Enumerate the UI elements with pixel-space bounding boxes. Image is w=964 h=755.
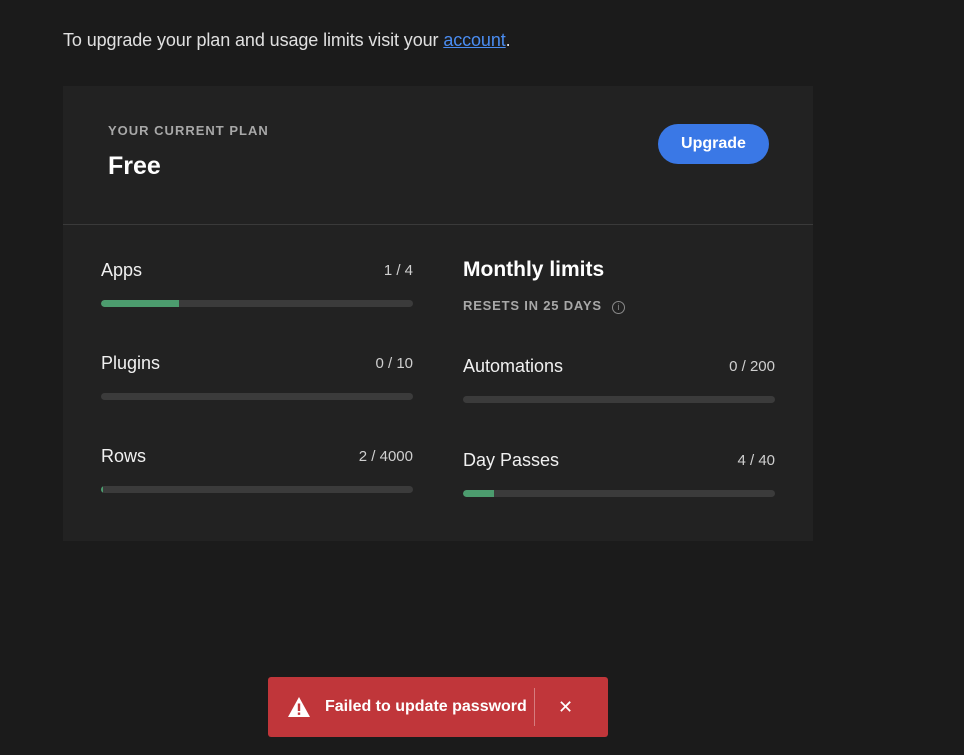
usage-label: Day Passes bbox=[463, 450, 560, 470]
progress-track bbox=[101, 486, 413, 493]
usage-label: Automations bbox=[463, 356, 564, 376]
usage-label: Plugins bbox=[101, 353, 161, 373]
monthly-limits-title: Monthly limits bbox=[463, 258, 605, 281]
progress-fill bbox=[101, 300, 179, 307]
intro-text: To upgrade your plan and usage limits vi… bbox=[63, 30, 444, 50]
toast-divider bbox=[534, 688, 535, 726]
account-link[interactable]: account bbox=[443, 30, 505, 50]
close-icon[interactable]: ✕ bbox=[558, 698, 573, 716]
progress-track bbox=[463, 396, 775, 403]
error-toast: Failed to update password ✕ bbox=[268, 677, 608, 737]
usage-count: 2 / 4000 bbox=[358, 448, 413, 465]
progress-fill bbox=[463, 490, 495, 497]
info-icon[interactable]: i bbox=[611, 301, 625, 314]
usage-count: 0 / 10 bbox=[375, 355, 413, 372]
intro-period: . bbox=[505, 30, 511, 50]
upgrade-intro: To upgrade your plan and usage limits vi… bbox=[63, 30, 511, 51]
resets-text: RESETS IN 25 DAYS bbox=[463, 298, 602, 313]
warning-icon bbox=[288, 697, 310, 717]
plan-header: YOUR CURRENT PLAN Free Upgrade bbox=[63, 86, 813, 225]
progress-track bbox=[101, 300, 413, 307]
plan-eyebrow: YOUR CURRENT PLAN bbox=[108, 123, 269, 138]
plan-name: Free bbox=[108, 152, 161, 180]
usage-label: Apps bbox=[101, 260, 143, 280]
resets-label: RESETS IN 25 DAYS i bbox=[463, 298, 625, 314]
plan-card: YOUR CURRENT PLAN Free Upgrade Apps 1 / … bbox=[63, 86, 813, 541]
usage-count: 0 / 200 bbox=[729, 358, 775, 375]
progress-track bbox=[463, 490, 775, 497]
toast-message: Failed to update password bbox=[325, 698, 527, 715]
progress-track bbox=[101, 393, 413, 400]
progress-fill bbox=[101, 486, 103, 493]
usage-count: 1 / 4 bbox=[383, 262, 413, 279]
usage-page: To upgrade your plan and usage limits vi… bbox=[0, 0, 964, 755]
upgrade-button[interactable]: Upgrade bbox=[658, 124, 769, 164]
usage-count: 4 / 40 bbox=[737, 452, 775, 469]
usage-label: Rows bbox=[101, 446, 147, 466]
